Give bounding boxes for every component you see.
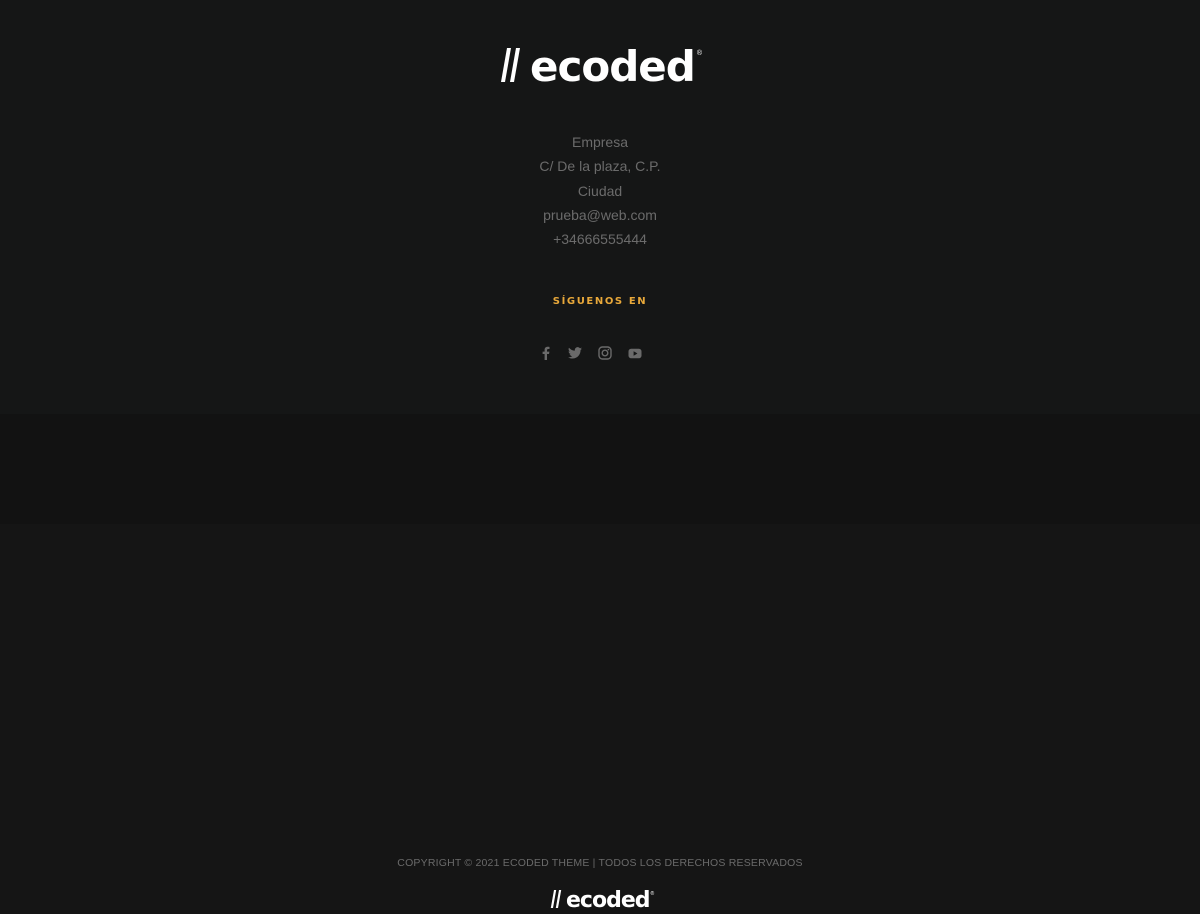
contact-company: Empresa — [571, 134, 629, 150]
copyright-text: COPYRIGHT © 2021 ECODED THEME | TODOS LO… — [397, 857, 803, 869]
footer-bottom-bar: COPYRIGHT © 2021 ECODED THEME | TODOS LO… — [0, 414, 1200, 913]
brand-logo-small[interactable]: ecoded ® — [550, 888, 654, 914]
contact-phone[interactable]: +34666555444 — [400, 227, 800, 251]
contact-info: Empresa C/ De la plaza, C.P. Ciudad prue… — [400, 130, 800, 251]
logo-wordmark: ecoded — [530, 42, 696, 91]
logo-registered-mark: ® — [650, 891, 655, 897]
brand-logo[interactable]: ecoded ® — [500, 44, 702, 90]
youtube-icon[interactable] — [626, 344, 644, 362]
contact-email[interactable]: prueba@web.com — [400, 203, 800, 227]
instagram-icon[interactable] — [596, 344, 614, 362]
logo-slashes-icon — [550, 888, 562, 910]
footer-main: ecoded ® Empresa C/ De la plaza, C.P. Ci… — [0, 0, 1200, 414]
logo-wordmark: ecoded — [566, 888, 650, 913]
logo-slashes-icon — [500, 44, 522, 84]
twitter-icon[interactable] — [566, 344, 584, 362]
facebook-icon[interactable] — [536, 344, 554, 362]
contact-address: C/ De la plaza, C.P. — [539, 158, 661, 175]
follow-us-heading: SÍGUENOS EN — [552, 296, 648, 307]
logo-registered-mark: ® — [696, 50, 703, 57]
social-links — [536, 344, 644, 362]
contact-city: Ciudad — [577, 182, 623, 199]
